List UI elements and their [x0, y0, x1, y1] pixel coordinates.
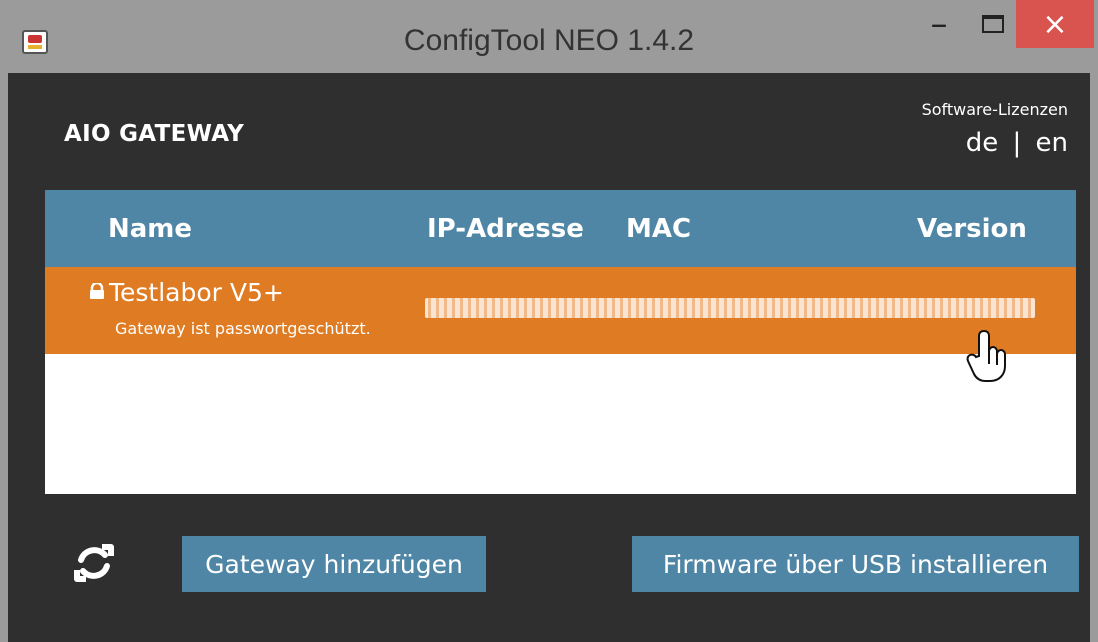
language-de-link[interactable]: de: [966, 128, 999, 158]
close-button[interactable]: ×: [1016, 0, 1094, 48]
table-header: Name IP-Adresse MAC Version: [45, 190, 1076, 267]
install-firmware-usb-button[interactable]: Firmware über USB installieren: [632, 536, 1079, 592]
add-gateway-button[interactable]: Gateway hinzufügen: [182, 536, 486, 592]
column-ip-address[interactable]: IP-Adresse: [427, 214, 584, 244]
column-name[interactable]: Name: [108, 214, 192, 244]
minimize-button[interactable]: –: [913, 0, 965, 48]
language-en-link[interactable]: en: [1036, 128, 1068, 158]
brand-title: AIO GATEWAY: [64, 121, 245, 147]
maximize-icon: [982, 15, 1004, 33]
redacted-gateway-details: [425, 298, 1035, 318]
gateway-row[interactable]: Testlabor V5+ Gateway ist passwortgeschü…: [45, 267, 1076, 382]
lock-icon: [90, 283, 104, 299]
language-separator: |: [1012, 128, 1022, 158]
language-switcher: de | en: [966, 128, 1068, 158]
gateway-status: Gateway ist passwortgeschützt.: [115, 319, 371, 338]
maximize-button[interactable]: [967, 0, 1019, 48]
column-version[interactable]: Version: [917, 214, 1027, 244]
hand-cursor-icon: [966, 329, 1006, 382]
window: ConfigTool NEO 1.4.2 – × AIO GATEWAY Sof…: [0, 0, 1098, 642]
gateway-table: Name IP-Adresse MAC Version Testlabor V5…: [45, 190, 1076, 494]
software-licenses-link[interactable]: Software-Lizenzen: [922, 100, 1068, 119]
main-content: AIO GATEWAY Software-Lizenzen de | en Na…: [8, 73, 1090, 642]
refresh-icon[interactable]: [74, 543, 114, 583]
column-mac[interactable]: MAC: [626, 214, 691, 244]
gateway-name: Testlabor V5+: [109, 278, 284, 307]
title-bar: ConfigTool NEO 1.4.2 – ×: [0, 0, 1098, 73]
footer-actions: Gateway hinzufügen Firmware über USB ins…: [8, 511, 1090, 611]
